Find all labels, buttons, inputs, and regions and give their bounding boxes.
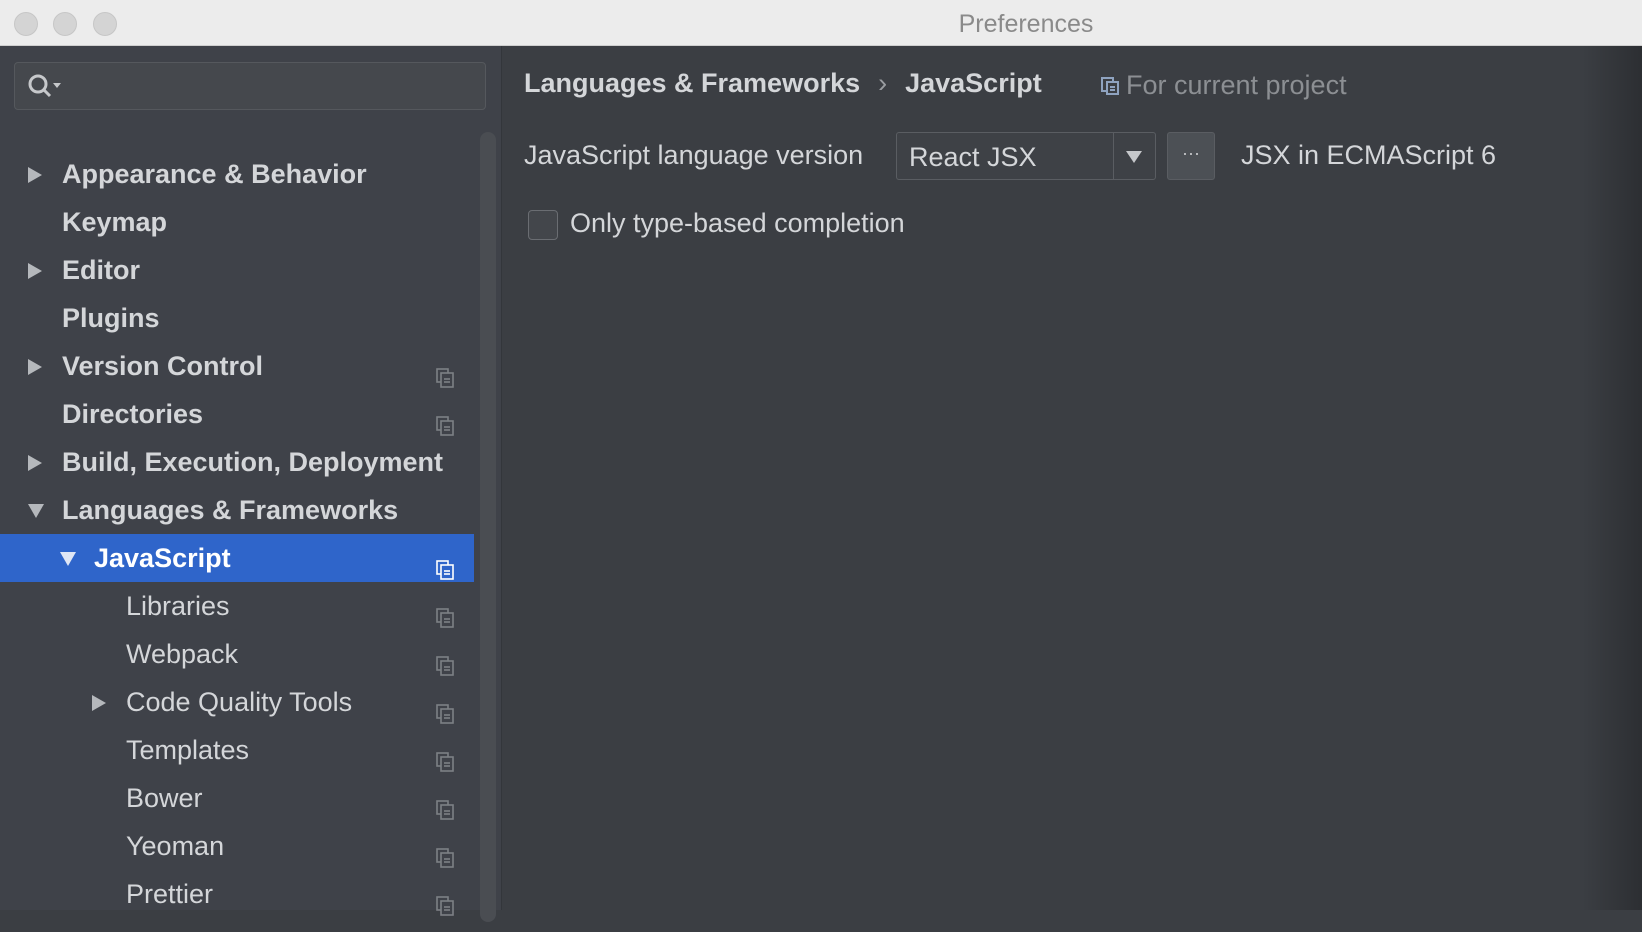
sidebar-item-label: Version Control — [62, 351, 264, 381]
sidebar-item-label: Keymap — [62, 207, 168, 237]
project-scope-icon — [1101, 77, 1119, 95]
sidebar-item-version-control[interactable]: Version Control — [0, 342, 474, 390]
more-options-button[interactable]: ··· — [1167, 132, 1215, 180]
window-edge-shadow — [1582, 46, 1642, 910]
sidebar-item-label: Code Quality Tools — [126, 687, 353, 717]
sidebar-item-label: Directories — [62, 399, 204, 429]
expand-arrow-right-icon[interactable] — [28, 263, 42, 279]
sidebar-item-build-execution-deployment[interactable]: Build, Execution, Deployment — [0, 438, 474, 486]
expand-arrow-right-icon[interactable] — [28, 455, 42, 471]
expand-arrow-right-icon[interactable] — [28, 167, 42, 183]
language-version-label: JavaScript language version — [524, 140, 864, 170]
expand-arrow-right-icon[interactable] — [92, 695, 106, 711]
language-version-description: JSX in ECMAScript 6 — [1241, 140, 1497, 170]
sidebar-item-label: Webpack — [126, 639, 239, 669]
sidebar-item-javascript[interactable]: JavaScript — [0, 534, 474, 582]
sidebar-item-prettier[interactable]: Prettier — [0, 870, 474, 918]
settings-sidebar: Appearance & Behavior Keymap Editor Plugins… — [0, 46, 502, 922]
sidebar-item-templates[interactable]: Templates — [0, 726, 474, 774]
expand-arrow-down-icon[interactable] — [60, 552, 76, 566]
sidebar-item-label: Prettier — [126, 879, 214, 909]
sidebar-item-libraries[interactable]: Libraries — [0, 582, 474, 630]
sidebar-item-label: Appearance & Behavior — [62, 159, 367, 189]
sidebar-item-label: Bower — [126, 783, 203, 813]
expand-arrow-down-icon[interactable] — [28, 504, 44, 518]
sidebar-item-label: Templates — [126, 735, 250, 765]
language-version-value: React JSX — [909, 142, 1037, 172]
sidebar-item-label: JavaScript — [94, 543, 231, 573]
sidebar-item-plugins[interactable]: Plugins — [0, 294, 474, 342]
sidebar-item-label: Build, Execution, Deployment — [62, 447, 444, 477]
sidebar-item-label: Yeoman — [126, 831, 225, 861]
scope-label: For current project — [1126, 70, 1347, 100]
sidebar-scrollbar[interactable] — [480, 132, 496, 922]
sidebar-item-code-quality-tools[interactable]: Code Quality Tools — [0, 678, 474, 726]
breadcrumb-item: JavaScript — [905, 68, 1042, 98]
search-icon — [28, 74, 61, 98]
title-bar: Preferences — [0, 0, 1642, 46]
sidebar-item-yeoman[interactable]: Yeoman — [0, 822, 474, 870]
sidebar-item-label: Editor — [62, 255, 140, 285]
project-scope-icon — [435, 884, 455, 932]
sidebar-item-bower[interactable]: Bower — [0, 774, 474, 822]
sidebar-item-appearance-behavior[interactable]: Appearance & Behavior — [0, 150, 474, 198]
sidebar-item-label: Plugins — [62, 303, 160, 333]
expand-arrow-right-icon[interactable] — [28, 359, 42, 375]
breadcrumb-item: Languages & Frameworks — [524, 68, 861, 98]
sidebar-item-webpack[interactable]: Webpack — [0, 630, 474, 678]
breadcrumb: Languages & Frameworks › JavaScript — [524, 68, 1060, 99]
sidebar-item-keymap[interactable]: Keymap — [0, 198, 474, 246]
window-title: Preferences — [958, 10, 1094, 38]
breadcrumb-separator: › — [878, 68, 888, 98]
sidebar-item-label: Libraries — [126, 591, 230, 621]
sidebar-item-languages-frameworks[interactable]: Languages & Frameworks — [0, 486, 474, 534]
chevron-down-icon[interactable] — [1113, 133, 1155, 179]
settings-panel: Languages & Frameworks › JavaScript For cu… — [503, 46, 1642, 910]
scope-indicator: For current project — [1100, 70, 1347, 101]
type-based-completion-label[interactable]: Only type-based completion — [570, 208, 905, 239]
sidebar-item-label: Languages & Frameworks — [62, 495, 399, 525]
sidebar-item-directories[interactable]: Directories — [0, 390, 474, 438]
type-based-completion-checkbox[interactable] — [528, 210, 558, 240]
language-version-select[interactable]: React JSX — [896, 132, 1156, 180]
sidebar-item-editor[interactable]: Editor — [0, 246, 474, 294]
search-input[interactable] — [14, 62, 486, 110]
